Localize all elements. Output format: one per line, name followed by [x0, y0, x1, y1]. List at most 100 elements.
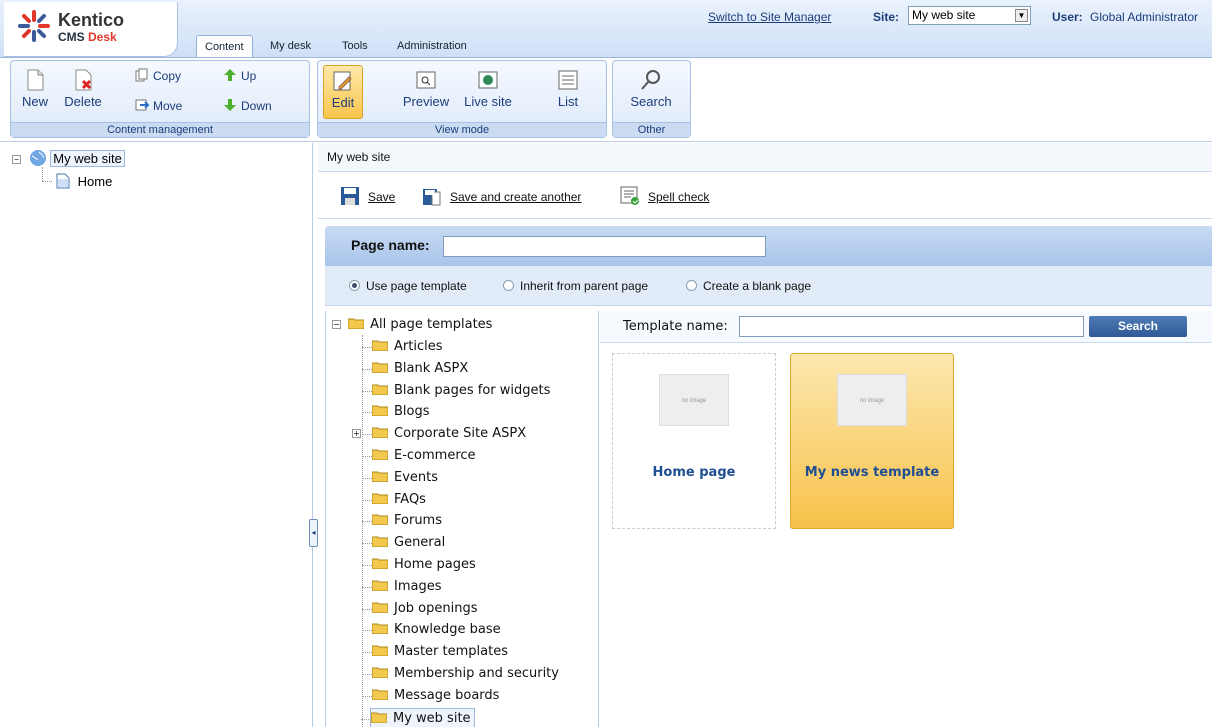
- template-card-my-news-template[interactable]: no image My news template: [790, 353, 954, 529]
- tab-my-desk[interactable]: My desk: [262, 35, 319, 57]
- tree-connector: [362, 521, 372, 523]
- folder-icon: [372, 580, 388, 591]
- template-search-bar: Template name: Search: [600, 311, 1212, 343]
- radio-icon[interactable]: [686, 280, 697, 291]
- spell-check-button[interactable]: Spell check: [620, 186, 709, 206]
- folder-icon: [372, 493, 388, 504]
- list-button[interactable]: List: [549, 65, 587, 119]
- inherit-from-parent-radio[interactable]: Inherit from parent page: [503, 279, 648, 293]
- page-name-input[interactable]: [443, 236, 766, 257]
- template-category-item[interactable]: Knowledge base: [362, 620, 501, 640]
- create-blank-page-radio[interactable]: Create a blank page: [686, 279, 811, 293]
- template-name-input[interactable]: [739, 316, 1084, 337]
- template-category-item[interactable]: My web site: [361, 707, 475, 727]
- preview-button[interactable]: Preview: [398, 65, 454, 119]
- template-card-home-page[interactable]: no image Home page: [612, 353, 776, 529]
- action-bar: Save Save and create another Spell check: [318, 173, 1212, 219]
- template-category-tree: − All page templates Articles Blank ASPX B…: [325, 311, 599, 727]
- radio-icon[interactable]: [503, 280, 514, 291]
- tree-connector: [362, 652, 372, 654]
- new-button[interactable]: New: [17, 65, 53, 119]
- kentico-logo-icon: [18, 10, 50, 42]
- tab-tools[interactable]: Tools: [334, 35, 376, 57]
- site-select[interactable]: My web site ▼: [908, 6, 1031, 25]
- collapse-pane-handle[interactable]: ◂: [309, 519, 318, 547]
- tab-content[interactable]: Content: [196, 35, 253, 57]
- template-category-item[interactable]: General: [362, 533, 446, 553]
- template-title: Home page: [652, 465, 736, 480]
- search-icon: [641, 70, 660, 90]
- arrow-down-icon: [224, 99, 236, 111]
- template-category-item[interactable]: Master templates: [362, 642, 508, 662]
- logo-name: Kentico: [58, 10, 125, 30]
- tree-node-my-web-site[interactable]: − My web site: [12, 149, 125, 167]
- copy-icon: [135, 68, 148, 82]
- tree-connector: [362, 347, 372, 348]
- search-ribbon-button[interactable]: Search: [623, 65, 679, 119]
- delete-page-icon: [75, 69, 92, 91]
- template-category-item[interactable]: E-commerce: [362, 446, 476, 466]
- up-button[interactable]: Up: [223, 67, 256, 85]
- save-and-create-another-button[interactable]: Save and create another: [422, 186, 581, 206]
- switch-site-manager-link[interactable]: Switch to Site Manager: [708, 10, 831, 24]
- template-category-item[interactable]: Blogs: [362, 402, 430, 422]
- folder-icon: [372, 558, 388, 569]
- collapse-icon[interactable]: −: [332, 320, 341, 329]
- delete-button[interactable]: Delete: [57, 65, 109, 119]
- move-button[interactable]: Move: [135, 97, 182, 115]
- copy-button[interactable]: Copy: [135, 67, 181, 85]
- page-name-bar: Page name:: [325, 226, 1212, 266]
- template-category-item[interactable]: Job openings: [362, 599, 478, 619]
- edit-icon: [333, 71, 352, 91]
- tree-connector: [362, 674, 372, 675]
- page-name-label: Page name:: [351, 237, 430, 253]
- save-button[interactable]: Save: [340, 186, 395, 206]
- template-category-item[interactable]: Blank pages for widgets: [362, 381, 551, 401]
- down-button[interactable]: Down: [223, 97, 272, 115]
- tree-node-all-page-templates[interactable]: − All page templates: [332, 315, 492, 335]
- dropdown-arrow-icon[interactable]: ▼: [1015, 9, 1028, 22]
- template-category-item[interactable]: Message boards: [362, 686, 500, 706]
- live-site-button[interactable]: Live site: [459, 65, 517, 119]
- edit-label: Edit: [331, 95, 355, 110]
- tree-connector: [362, 412, 372, 414]
- template-category-item[interactable]: Forums: [362, 511, 442, 531]
- expand-icon[interactable]: +: [352, 429, 361, 439]
- save-label: Save: [368, 190, 396, 204]
- use-page-template-radio[interactable]: Use page template: [349, 279, 467, 293]
- preview-label: Preview: [402, 94, 450, 109]
- collapse-icon[interactable]: −: [12, 155, 21, 164]
- template-category-item[interactable]: Images: [362, 577, 442, 597]
- template-category-label: Master templates: [394, 644, 508, 660]
- template-category-label: Images: [394, 578, 442, 594]
- edit-button[interactable]: Edit: [323, 65, 363, 119]
- spell-check-icon: [620, 186, 639, 205]
- tab-administration[interactable]: Administration: [389, 35, 475, 57]
- template-category-item[interactable]: Membership and security: [362, 664, 559, 684]
- user-name: Global Administrator: [1090, 10, 1199, 24]
- radio-selected-icon[interactable]: [349, 280, 360, 291]
- folder-icon: [372, 623, 388, 635]
- list-label: List: [557, 94, 579, 109]
- tree-node-label: All page templates: [370, 317, 493, 332]
- tree-node-home[interactable]: Home: [56, 173, 112, 191]
- content-tree: − My web site Home: [0, 143, 313, 727]
- template-category-label: Message boards: [394, 687, 500, 703]
- tree-connector: [362, 695, 372, 697]
- template-category-label: Forums: [394, 513, 442, 529]
- blank-label: Create a blank page: [703, 279, 812, 293]
- folder-icon: [372, 427, 388, 439]
- site-select-value: My web site: [912, 8, 976, 22]
- template-category-item[interactable]: Events: [362, 468, 438, 488]
- template-category-item[interactable]: Blank ASPX: [362, 359, 468, 379]
- content-management-group: New Delete Copy Move Up Down Content man…: [10, 60, 310, 138]
- template-category-label: General: [394, 535, 446, 551]
- template-category-item[interactable]: + Corporate Site ASPX: [352, 424, 526, 444]
- template-category-item[interactable]: FAQs: [362, 490, 426, 510]
- template-title: My news template: [804, 465, 940, 480]
- template-category-item[interactable]: Home pages: [362, 555, 476, 575]
- template-search-button[interactable]: Search: [1089, 316, 1187, 337]
- template-category-label: Blank pages for widgets: [394, 382, 551, 398]
- user-label: User:: [1052, 10, 1083, 24]
- template-category-item[interactable]: Articles: [362, 337, 442, 357]
